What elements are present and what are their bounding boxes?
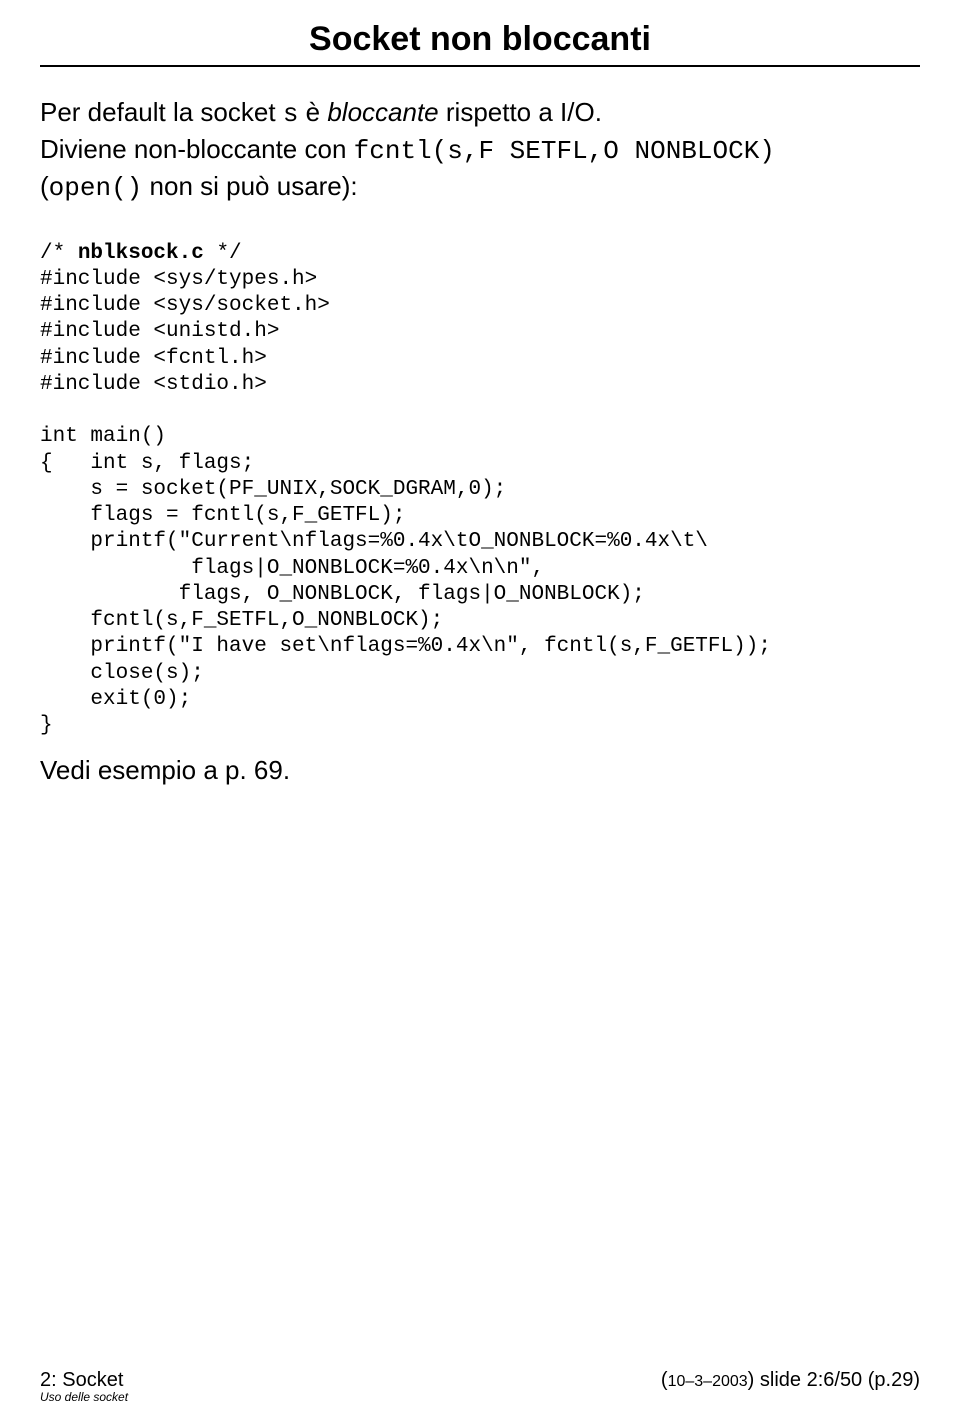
text: Per default la socket	[40, 97, 283, 127]
text: ) slide 2:6/50 (p.29)	[748, 1369, 920, 1391]
code-line: #include <unistd.h>	[40, 320, 279, 343]
see-example: Vedi esempio a p. 69.	[40, 753, 920, 788]
code-line: fcntl(s,F_SETFL,O_NONBLOCK);	[40, 609, 443, 632]
code-block: /* nblksock.c */ #include <sys/types.h> …	[40, 214, 920, 739]
code-line: */	[204, 242, 242, 265]
code-fcntl-call: fcntl(s,F SETFL,O NONBLOCK)	[354, 136, 775, 166]
code-line: close(s);	[40, 662, 204, 685]
text: non si può usare):	[142, 171, 357, 201]
page-title: Socket non bloccanti	[40, 20, 920, 59]
text: è	[298, 97, 327, 127]
code-line: { int s, flags;	[40, 452, 254, 475]
title-divider	[40, 65, 920, 67]
footer-left: 2: Socket	[40, 1369, 123, 1392]
footer-right: (10–3–2003) slide 2:6/50 (p.29)	[661, 1369, 920, 1392]
code-line: #include <fcntl.h>	[40, 347, 267, 370]
code-line: #include <stdio.h>	[40, 373, 267, 396]
text: rispetto a I/O.	[439, 97, 602, 127]
code-line: flags = fcntl(s,F_GETFL);	[40, 504, 405, 527]
text: (	[661, 1369, 668, 1391]
text: Diviene non-bloccante con	[40, 134, 354, 164]
code-line: flags, O_NONBLOCK, flags|O_NONBLOCK);	[40, 583, 645, 606]
intro-paragraph: Per default la socket s è bloccante risp…	[40, 95, 920, 132]
code-line: exit(0);	[40, 688, 191, 711]
code-open: open()	[49, 173, 143, 203]
code-line: #include <sys/socket.h>	[40, 294, 330, 317]
footer-subtitle: Uso delle socket	[40, 1390, 128, 1404]
line2: Diviene non-bloccante con fcntl(s,F SETF…	[40, 132, 920, 169]
code-line: }	[40, 714, 53, 737]
code-line: int main()	[40, 425, 166, 448]
code-filename: nblksock.c	[78, 242, 204, 265]
code-line: s = socket(PF_UNIX,SOCK_DGRAM,0);	[40, 478, 506, 501]
code-line: /*	[40, 242, 78, 265]
code-s: s	[283, 99, 299, 129]
line3: (open() non si può usare):	[40, 169, 920, 206]
code-line: printf("Current\nflags=%0.4x\tO_NONBLOCK…	[40, 530, 708, 553]
footer: 2: Socket (10–3–2003) slide 2:6/50 (p.29…	[40, 1369, 920, 1392]
code-line: flags|O_NONBLOCK=%0.4x\n\n",	[40, 557, 544, 580]
code-line: printf("I have set\nflags=%0.4x\n", fcnt…	[40, 635, 771, 658]
footer-date: 10–3–2003	[668, 1373, 748, 1390]
text: (	[40, 171, 49, 201]
code-line: #include <sys/types.h>	[40, 268, 317, 291]
italic-word: bloccante	[327, 97, 438, 127]
